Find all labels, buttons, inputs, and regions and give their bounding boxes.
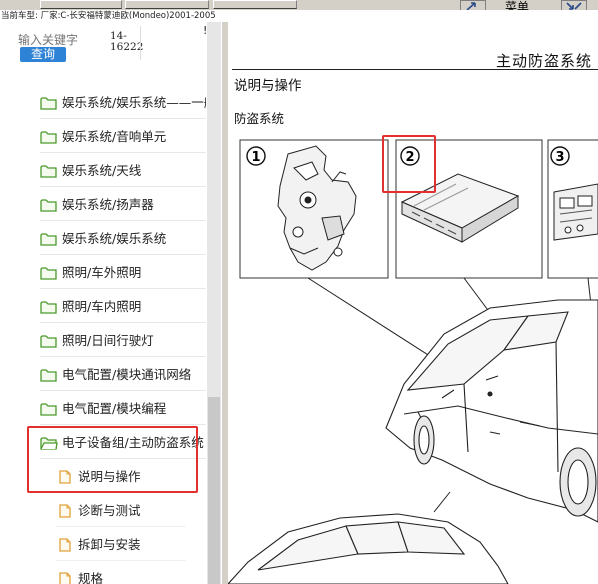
tree-item[interactable]: 规格 xyxy=(56,561,186,584)
callout-2-label: 2 xyxy=(405,150,414,165)
tree-item[interactable]: 照明/车内照明 xyxy=(40,289,206,323)
tree-item-label: 规格 xyxy=(78,571,104,584)
folder-open-icon xyxy=(40,435,58,450)
section-heading: 说明与操作 xyxy=(234,78,302,94)
top-toolbar: 菜单 xyxy=(0,0,598,14)
tree-item[interactable]: 娱乐系统/娱乐系统 xyxy=(40,221,206,255)
search-area: 查询 14-16222 ! xyxy=(0,22,222,66)
title-rule xyxy=(232,69,598,70)
instrument-cluster-drawing xyxy=(553,183,598,241)
tree-item[interactable]: 说明与操作 xyxy=(56,459,186,493)
document-icon xyxy=(56,503,74,518)
folder-icon xyxy=(40,367,58,382)
search-button[interactable]: 查询 xyxy=(20,47,66,62)
tree-item-label: 照明/车外照明 xyxy=(62,265,142,280)
document-icon xyxy=(56,469,74,484)
tree-item-label: 照明/车内照明 xyxy=(62,299,142,314)
document-viewer: 主动防盗系统 说明与操作 防盗系统 1 2 3 xyxy=(228,22,598,584)
tree-item[interactable]: 拆卸与安装 xyxy=(56,527,186,561)
tree-item[interactable]: 娱乐系统/扬声器 xyxy=(40,187,206,221)
folder-icon xyxy=(40,333,58,348)
toolbar-button-1[interactable] xyxy=(40,0,122,9)
tree-item-label: 电气配置/模块通讯网络 xyxy=(62,367,192,382)
tree-item-label: 说明与操作 xyxy=(78,469,141,484)
folder-icon xyxy=(40,401,58,416)
part-code: 14-16222 xyxy=(110,30,144,53)
left-navigation-panel: 查询 14-16222 ! 娱乐系统/娱乐系统——一般娱乐系统/音响单元娱乐系统… xyxy=(0,22,222,584)
vehicle-drawing xyxy=(385,299,598,523)
document-icon xyxy=(56,571,74,584)
tree-item-label: 娱乐系统/天线 xyxy=(62,163,142,178)
divider xyxy=(140,26,141,60)
current-model-line: 当前车型: 厂家:C-长安福特蒙迪欧(Mondeo)2001-2005 xyxy=(0,10,598,22)
folder-icon xyxy=(40,95,58,110)
document-title: 主动防盗系统 xyxy=(496,52,593,70)
folder-icon xyxy=(40,265,58,280)
tree-item-label: 照明/日间行驶灯 xyxy=(62,333,154,348)
tree-item[interactable]: 娱乐系统/天线 xyxy=(40,153,206,187)
tree-item-label: 电气配置/模块编程 xyxy=(62,401,167,416)
folder-icon xyxy=(40,163,58,178)
tree-item-label: 电子设备组/主动防盗系统 xyxy=(62,435,204,450)
anti-theft-diagram: 1 2 3 xyxy=(228,139,598,584)
callout-3-label: 3 xyxy=(555,150,564,165)
toolbar-button-2[interactable] xyxy=(125,0,209,9)
tree-item[interactable]: 娱乐系统/娱乐系统——一般 xyxy=(40,85,206,119)
folder-icon xyxy=(40,129,58,144)
toolbar-button-3[interactable] xyxy=(213,0,297,9)
tree-item[interactable]: 照明/车外照明 xyxy=(40,255,206,289)
tree-item-label: 娱乐系统/娱乐系统 xyxy=(62,231,167,246)
tree-item[interactable]: 诊断与测试 xyxy=(56,493,186,527)
tree-item[interactable]: 电气配置/模块编程 xyxy=(40,391,206,425)
vehicle-lower-drawing xyxy=(228,513,509,584)
tree-item[interactable]: 照明/日间行驶灯 xyxy=(40,323,206,357)
tree-item-label: 娱乐系统/音响单元 xyxy=(62,129,167,144)
tree-item-label: 诊断与测试 xyxy=(78,503,141,518)
callout-1-label: 1 xyxy=(251,150,260,165)
folder-icon xyxy=(40,299,58,314)
tree-item[interactable]: 电子设备组/主动防盗系统 xyxy=(40,425,206,459)
document-icon xyxy=(56,537,74,552)
folder-icon xyxy=(40,197,58,212)
tree-item-label: 拆卸与安装 xyxy=(78,537,141,552)
tree-item-label: 娱乐系统/扬声器 xyxy=(62,197,154,212)
scrollbar-thumb[interactable] xyxy=(208,397,220,584)
tree-item[interactable]: 娱乐系统/音响单元 xyxy=(40,119,206,153)
folder-icon xyxy=(40,231,58,246)
left-scrollbar[interactable] xyxy=(207,22,221,584)
tree-item[interactable]: 电气配置/模块通讯网络 xyxy=(40,357,206,391)
tree-item-label: 娱乐系统/娱乐系统——一般 xyxy=(62,95,206,110)
